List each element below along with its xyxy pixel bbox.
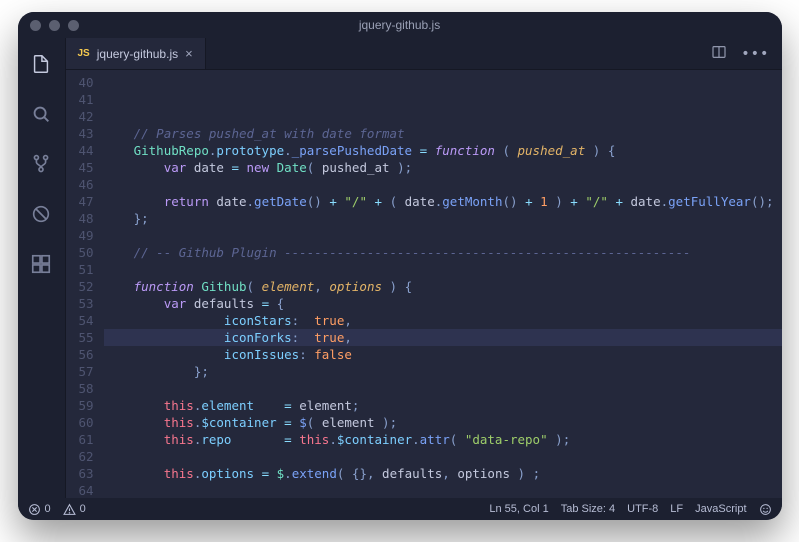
- code-line[interactable]: [104, 227, 782, 244]
- line-number: 47: [66, 193, 94, 210]
- code-line[interactable]: [104, 176, 782, 193]
- code-line[interactable]: this.options = $.extend( {}, defaults, o…: [104, 465, 782, 482]
- search-icon[interactable]: [18, 98, 66, 130]
- split-editor-icon[interactable]: [711, 44, 727, 64]
- code-line[interactable]: [104, 380, 782, 397]
- line-number: 63: [66, 465, 94, 482]
- status-eol[interactable]: LF: [670, 503, 683, 515]
- code-line[interactable]: return date.getDate() + "/" + ( date.get…: [104, 193, 782, 210]
- code-line[interactable]: var defaults = {: [104, 295, 782, 312]
- main-area: JS jquery-github.js × ••• 40414243444546…: [66, 38, 782, 498]
- line-number: 44: [66, 142, 94, 159]
- line-number: 57: [66, 363, 94, 380]
- line-number: 42: [66, 108, 94, 125]
- line-number: 58: [66, 380, 94, 397]
- status-tabsize[interactable]: Tab Size: 4: [561, 503, 615, 515]
- line-number: 62: [66, 448, 94, 465]
- tab-actions: •••: [711, 38, 781, 69]
- code-line[interactable]: [104, 448, 782, 465]
- code-line[interactable]: [104, 261, 782, 278]
- status-cursor[interactable]: Ln 55, Col 1: [489, 503, 548, 515]
- editor-window: jquery-github.js JS: [18, 12, 782, 520]
- line-number: 49: [66, 227, 94, 244]
- extensions-icon[interactable]: [18, 248, 66, 280]
- close-tab-icon[interactable]: ×: [185, 46, 193, 61]
- code-line[interactable]: };: [104, 363, 782, 380]
- code-line[interactable]: // Parses pushed_at with date format: [104, 125, 782, 142]
- js-file-icon: JS: [78, 48, 90, 59]
- line-number: 41: [66, 91, 94, 108]
- code-line[interactable]: iconStars: true,: [104, 312, 782, 329]
- line-number: 46: [66, 176, 94, 193]
- code-line[interactable]: iconForks: true,: [104, 329, 782, 346]
- tab-bar: JS jquery-github.js × •••: [66, 38, 782, 70]
- more-actions-icon[interactable]: •••: [741, 46, 769, 62]
- line-number: 43: [66, 125, 94, 142]
- debug-icon[interactable]: [18, 198, 66, 230]
- line-number: 60: [66, 414, 94, 431]
- feedback-icon[interactable]: [759, 503, 772, 516]
- code-line[interactable]: // -- Github Plugin --------------------…: [104, 244, 782, 261]
- code-line[interactable]: iconIssues: false: [104, 346, 782, 363]
- line-number: 54: [66, 312, 94, 329]
- line-number: 64: [66, 482, 94, 498]
- line-number-gutter: 4041424344454647484950515253545556575859…: [66, 70, 104, 498]
- titlebar: jquery-github.js: [18, 12, 782, 38]
- line-number: 53: [66, 295, 94, 312]
- line-number: 61: [66, 431, 94, 448]
- code-line[interactable]: this.$container = $( element );: [104, 414, 782, 431]
- line-number: 52: [66, 278, 94, 295]
- line-number: 48: [66, 210, 94, 227]
- line-number: 50: [66, 244, 94, 261]
- status-language[interactable]: JavaScript: [695, 503, 746, 515]
- tab-label: jquery-github.js: [97, 47, 178, 61]
- editor-body: JS jquery-github.js × ••• 40414243444546…: [18, 38, 782, 498]
- window-title: jquery-github.js: [18, 18, 782, 32]
- explorer-icon[interactable]: [18, 48, 66, 80]
- line-number: 59: [66, 397, 94, 414]
- code-line[interactable]: };: [104, 210, 782, 227]
- line-number: 45: [66, 159, 94, 176]
- status-encoding[interactable]: UTF-8: [627, 503, 658, 515]
- code-line[interactable]: function Github( element, options ) {: [104, 278, 782, 295]
- line-number: 40: [66, 74, 94, 91]
- line-number: 55: [66, 329, 94, 346]
- editor-tab[interactable]: JS jquery-github.js ×: [66, 38, 206, 69]
- code-line[interactable]: [104, 482, 782, 498]
- code-editor[interactable]: 4041424344454647484950515253545556575859…: [66, 70, 782, 498]
- code-line[interactable]: this.repo = this.$container.attr( "data-…: [104, 431, 782, 448]
- code-area[interactable]: // Parses pushed_at with date format Git…: [104, 70, 782, 498]
- status-errors[interactable]: 0: [28, 503, 51, 516]
- line-number: 56: [66, 346, 94, 363]
- code-line[interactable]: var date = new Date( pushed_at );: [104, 159, 782, 176]
- source-control-icon[interactable]: [18, 148, 66, 180]
- line-number: 51: [66, 261, 94, 278]
- activity-bar: [18, 38, 66, 498]
- code-line[interactable]: GithubRepo.prototype._parsePushedDate = …: [104, 142, 782, 159]
- code-line[interactable]: this.element = element;: [104, 397, 782, 414]
- status-bar: 0 0 Ln 55, Col 1 Tab Size: 4 UTF-8 LF Ja…: [18, 498, 782, 520]
- status-warnings[interactable]: 0: [63, 503, 86, 516]
